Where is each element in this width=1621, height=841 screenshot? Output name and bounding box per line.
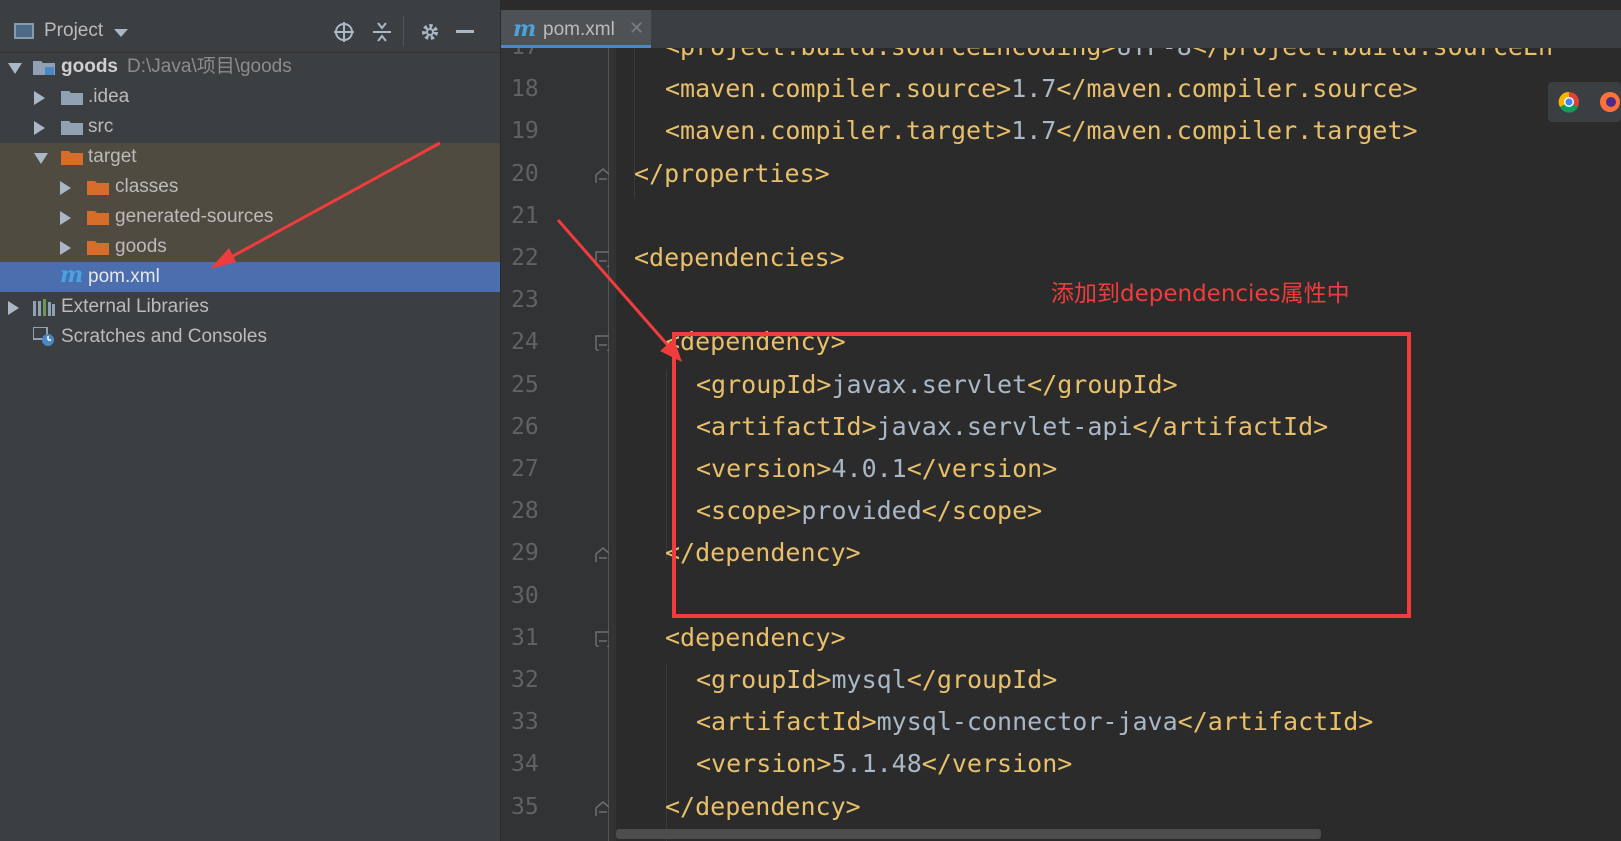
arrow-to-pom [210, 141, 441, 269]
arrow-to-dependency [556, 219, 682, 362]
firefox-icon[interactable] [1599, 91, 1621, 113]
browser-preview-icons [1548, 82, 1621, 122]
chrome-icon[interactable] [1558, 91, 1580, 113]
annotation-arrows [210, 141, 682, 362]
